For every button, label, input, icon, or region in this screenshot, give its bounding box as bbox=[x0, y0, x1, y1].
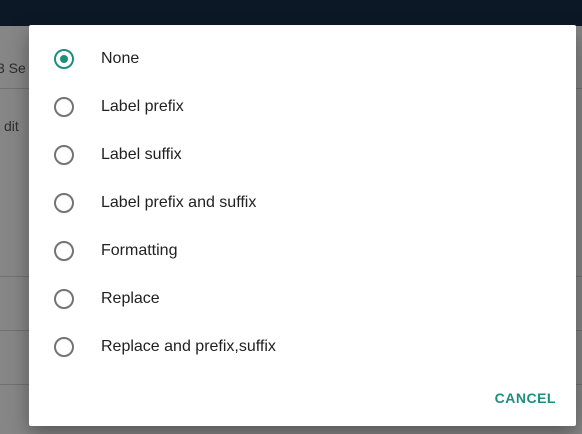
option-label: Formatting bbox=[101, 242, 178, 259]
radio-unchecked-icon[interactable] bbox=[54, 241, 74, 261]
radio-unchecked-icon[interactable] bbox=[54, 193, 74, 213]
option-label-prefix-and-suffix[interactable]: Label prefix and suffix bbox=[29, 179, 576, 227]
option-label: Replace and prefix,suffix bbox=[101, 338, 276, 355]
prefix-suffix-dialog: None Label prefix Label suffix Label pre… bbox=[29, 25, 576, 426]
option-replace-and-prefix-suffix[interactable]: Replace and prefix,suffix bbox=[29, 323, 576, 371]
option-label: None bbox=[101, 50, 140, 67]
cancel-button[interactable]: CANCEL bbox=[489, 386, 562, 410]
option-label-prefix[interactable]: Label prefix bbox=[29, 83, 576, 131]
radio-unchecked-icon[interactable] bbox=[54, 145, 74, 165]
option-label: Label prefix and suffix bbox=[101, 194, 257, 211]
option-label: Label prefix bbox=[101, 98, 184, 115]
option-none[interactable]: None bbox=[29, 35, 576, 83]
radio-unchecked-icon[interactable] bbox=[54, 337, 74, 357]
option-label: Replace bbox=[101, 290, 160, 307]
option-label-suffix[interactable]: Label suffix bbox=[29, 131, 576, 179]
radio-checked-icon[interactable] bbox=[54, 49, 74, 69]
option-replace[interactable]: Replace bbox=[29, 275, 576, 323]
radio-unchecked-icon[interactable] bbox=[54, 97, 74, 117]
option-formatting[interactable]: Formatting bbox=[29, 227, 576, 275]
option-label: Label suffix bbox=[101, 146, 182, 163]
radio-unchecked-icon[interactable] bbox=[54, 289, 74, 309]
